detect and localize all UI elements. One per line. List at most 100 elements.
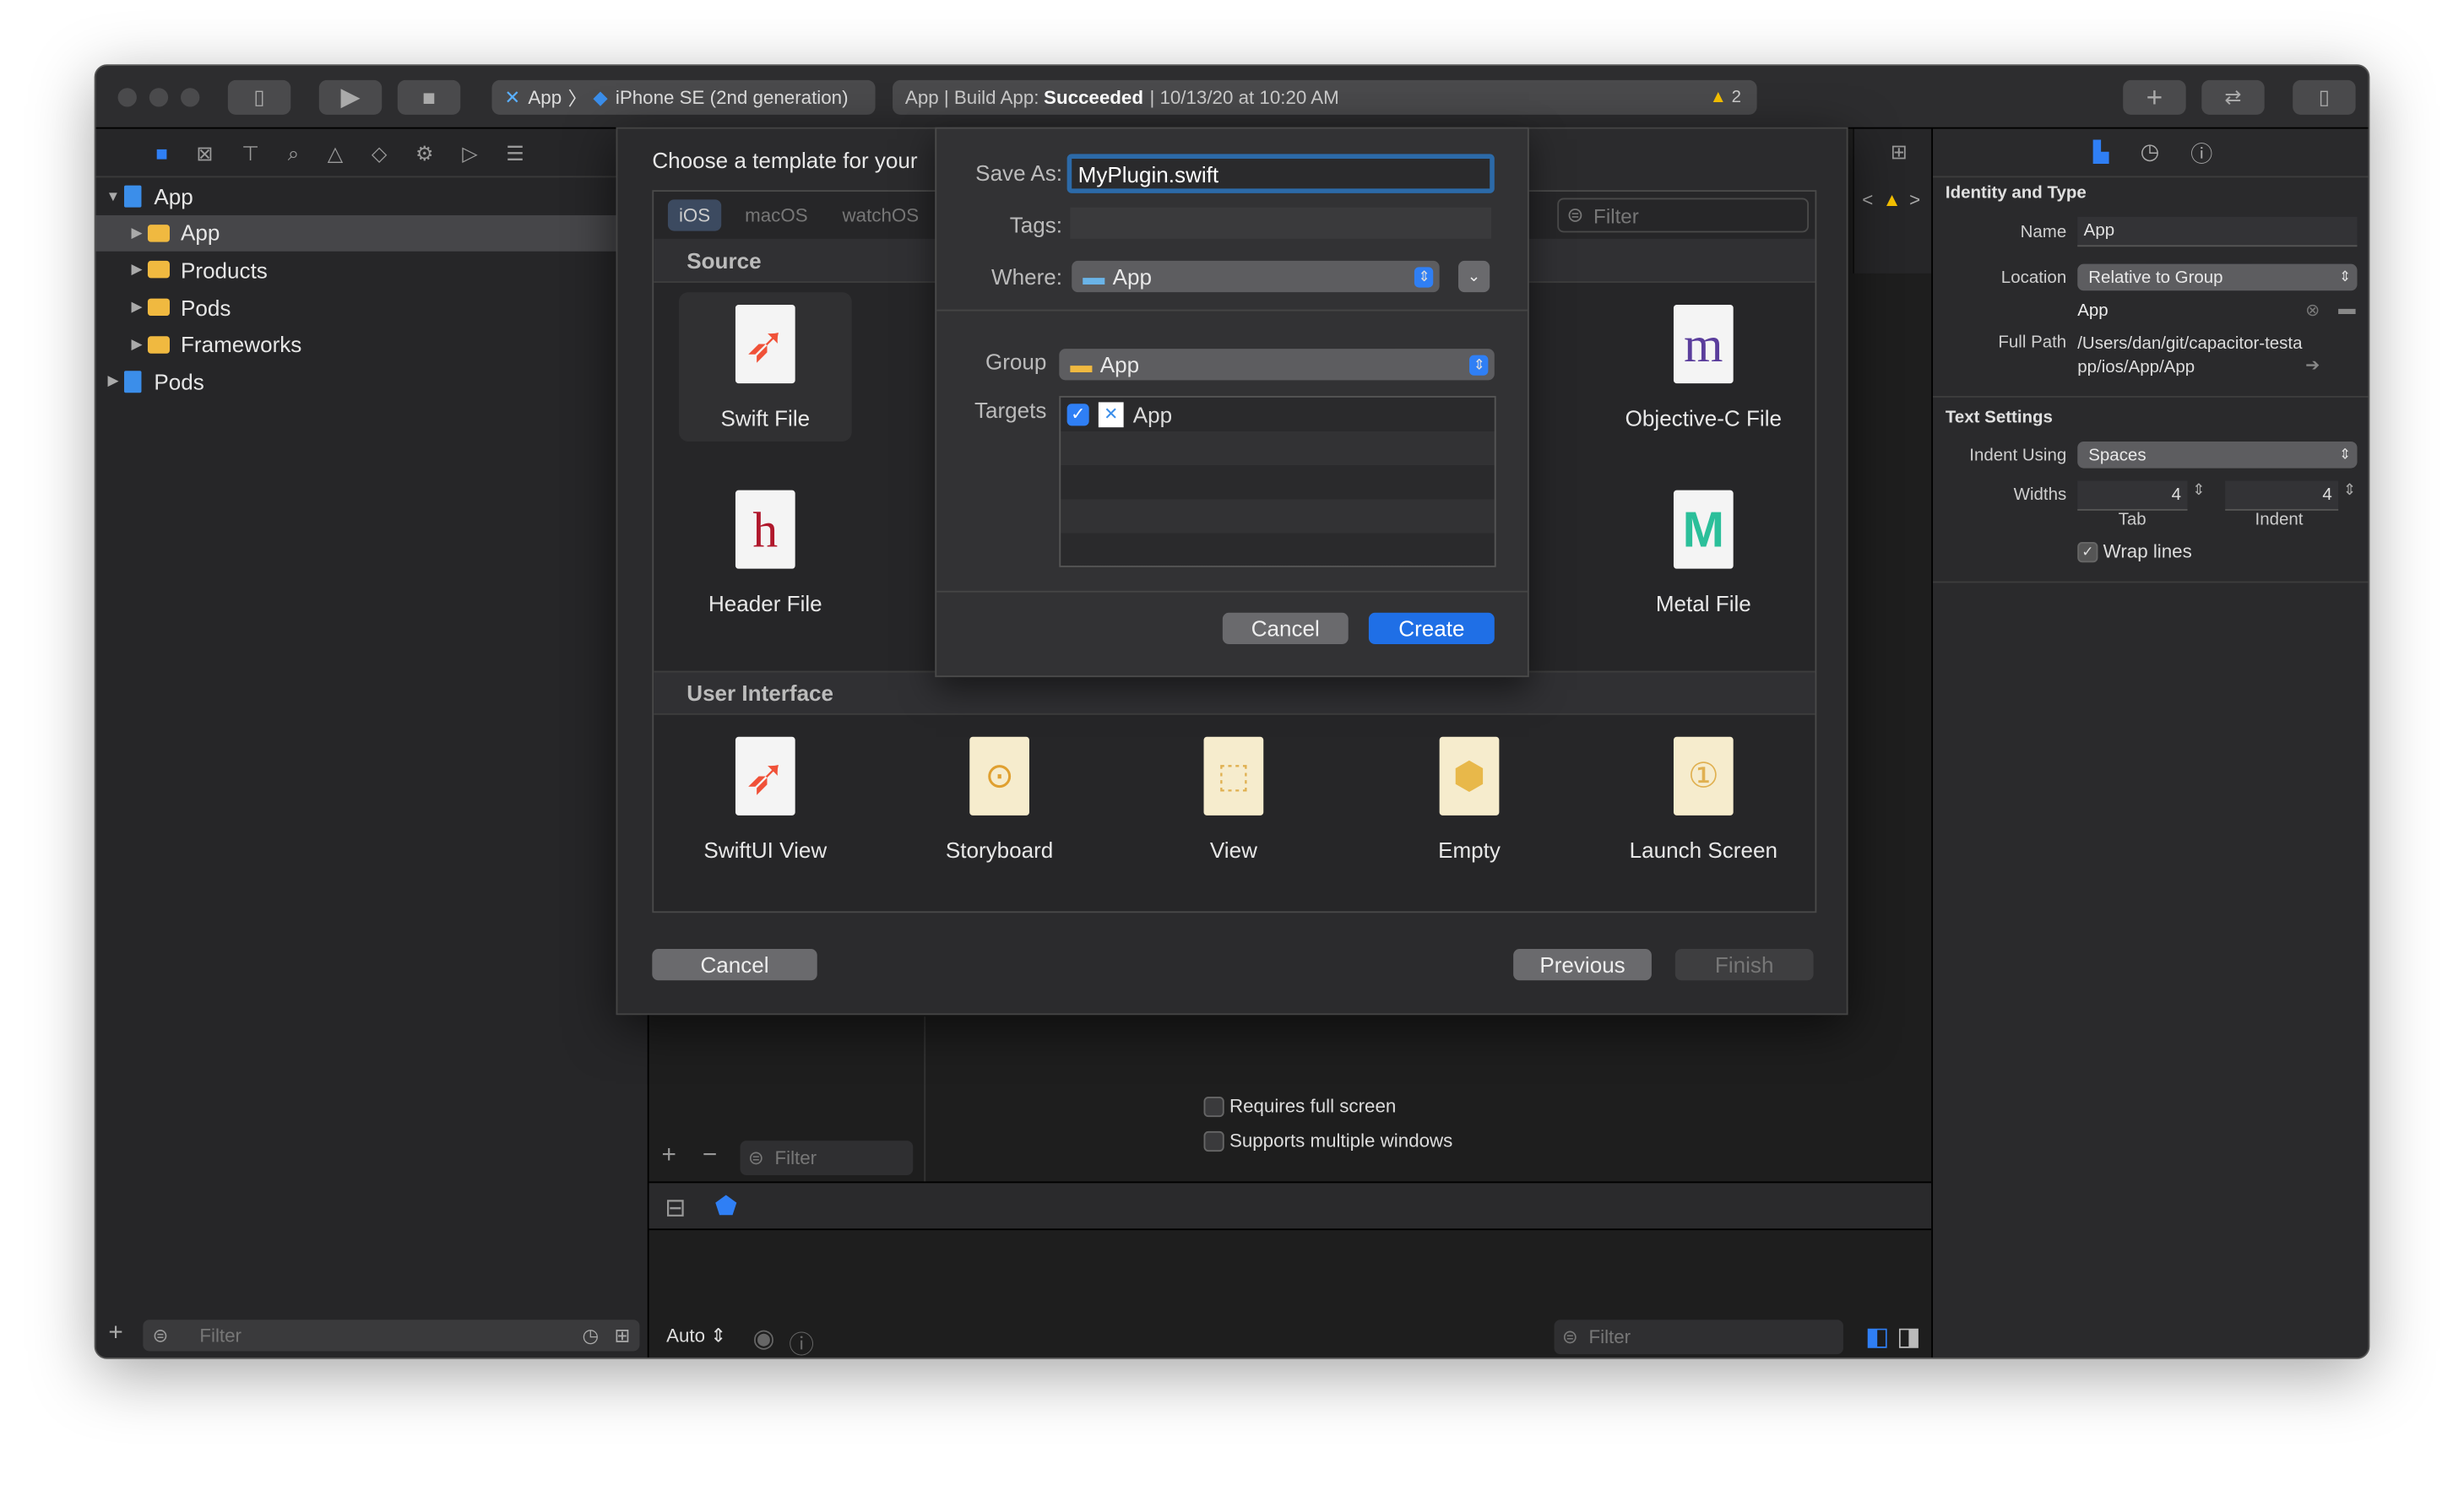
navigator-filter-input[interactable]: ⊜ Filter ◷ ⊞ [143, 1320, 640, 1352]
zoom-button[interactable] [181, 88, 200, 107]
tree-item-products[interactable]: ▶ Products [96, 252, 649, 289]
library-button[interactable]: + [2123, 79, 2186, 115]
checkbox-checked-icon[interactable]: ✓ [1066, 404, 1089, 426]
supports-multiple-windows-checkbox[interactable]: Supports multiple windows [1203, 1130, 1452, 1152]
help-icon[interactable]: ⓘ [2190, 138, 2212, 170]
tree-item-pods-folder[interactable]: ▶ Pods [96, 289, 649, 326]
source-control-filter-icon[interactable]: ⊞ [615, 1325, 631, 1347]
target-row-app[interactable]: ✓ ✕ App [1066, 402, 1172, 428]
file-inspector-icon[interactable]: ▙ [2093, 140, 2109, 165]
template-objc-file[interactable]: m Objective-C File [1617, 305, 1790, 431]
warning-badge[interactable]: ▲ 2 [1710, 88, 1741, 106]
tree-item-pods-project[interactable]: ▶ Pods [96, 363, 649, 400]
warning-icon[interactable]: △ [328, 141, 344, 166]
disclosure-closed-icon[interactable]: ▶ [126, 262, 148, 279]
folder-icon[interactable]: ■ [155, 141, 168, 166]
jump-bar-controls: ⊞ < ▲ > [1853, 128, 1932, 274]
save-cancel-button[interactable]: Cancel [1222, 612, 1349, 645]
divider [1933, 581, 2369, 583]
tree-item-frameworks[interactable]: ▶ Frameworks [96, 326, 649, 363]
info-icon[interactable]: ⓘ [789, 1323, 814, 1358]
template-view[interactable]: ⬚ View [1148, 736, 1321, 863]
console-filter-input[interactable]: ⊜ Filter [1554, 1320, 1843, 1355]
breakpoint-icon[interactable]: ▷ [462, 141, 478, 166]
save-as-input[interactable]: MyPlugin.swift [1066, 154, 1495, 193]
navigator-toggle-icon[interactable]: ▯ [227, 79, 291, 115]
add-target-button[interactable]: + [661, 1142, 676, 1170]
stop-icon[interactable]: ■ [397, 79, 461, 115]
history-icon[interactable]: ◷ [2141, 138, 2160, 165]
warning-icon[interactable]: ▲ [1882, 188, 1901, 210]
disclosure-closed-icon[interactable]: ▶ [126, 336, 148, 353]
source-control-icon[interactable]: ⊠ [196, 141, 213, 166]
indent-width-field[interactable]: 4 [2225, 480, 2339, 511]
template-header-file[interactable]: h Header File [679, 490, 852, 616]
split-editor-icon[interactable]: ⊞ [1891, 140, 1908, 165]
widths-label: Widths [2013, 485, 2067, 505]
chooser-cancel-button[interactable]: Cancel [652, 949, 817, 981]
variables-view-icon[interactable]: ◧ [1865, 1321, 1889, 1352]
remove-target-button[interactable]: − [703, 1142, 717, 1170]
tags-input[interactable] [1070, 207, 1492, 239]
where-popup[interactable]: ▬ App ⇕ [1072, 260, 1440, 293]
checkmark-icon[interactable]: ✓ [2077, 542, 2098, 563]
close-button[interactable] [117, 88, 137, 107]
tree-item-app-project[interactable]: ▼ App [96, 177, 649, 214]
tab-watchos[interactable]: watchOS [832, 199, 931, 230]
code-review-button[interactable]: ⇄ [2201, 79, 2265, 115]
folder-icon[interactable]: ▬ [2338, 300, 2355, 318]
template-swift-file[interactable]: ➶ Swift File [678, 292, 852, 442]
report-icon[interactable]: ☰ [506, 141, 524, 166]
minimize-button[interactable] [149, 88, 169, 107]
breakpoints-toggle-icon[interactable]: ⬟ [715, 1191, 737, 1222]
tree-item-app-folder[interactable]: ▶ App [95, 214, 649, 252]
disclosure-closed-icon[interactable]: ▶ [126, 299, 148, 316]
previous-button[interactable]: Previous [1513, 949, 1652, 981]
test-icon[interactable]: ◇ [372, 141, 388, 166]
run-icon[interactable]: ▶ [318, 79, 383, 115]
eye-icon[interactable]: ◉ [752, 1323, 774, 1354]
requires-full-screen-checkbox[interactable]: Requires full screen [1203, 1095, 1396, 1118]
target-filter-input[interactable]: ⊜ Filter [740, 1141, 914, 1176]
checkbox[interactable] [1203, 1097, 1224, 1118]
tab-macos[interactable]: macOS [734, 199, 819, 230]
status-time: | 10/13/20 at 10:20 AM [1149, 86, 1339, 109]
reveal-in-finder-icon[interactable]: ➔ [2305, 355, 2320, 375]
console-view-icon[interactable]: ◨ [1897, 1321, 1920, 1352]
tab-width-field[interactable]: 4 [2077, 480, 2188, 511]
template-filter-input[interactable]: ⊜ Filter [1557, 198, 1810, 233]
checkbox[interactable] [1203, 1131, 1224, 1152]
template-storyboard[interactable]: ⊙ Storyboard [913, 736, 1086, 863]
indent-using-popup[interactable]: Spaces ⇕ [2077, 441, 2358, 469]
hierarchy-icon[interactable]: ⊤ [242, 141, 259, 166]
auto-variables-popup[interactable]: Auto ⇕ [666, 1325, 726, 1347]
disclosure-closed-icon[interactable]: ▶ [102, 373, 124, 390]
tab-width-stepper[interactable]: ⇕ [2192, 482, 2206, 499]
wrap-lines-checkbox[interactable]: ✓ Wrap lines [2077, 540, 2192, 563]
name-field[interactable]: App [2077, 216, 2358, 247]
indent-width-stepper[interactable]: ⇕ [2343, 482, 2357, 499]
recent-files-icon[interactable]: ◷ [583, 1325, 600, 1347]
debug-icon[interactable]: ⚙ [415, 141, 434, 166]
chevron-left-icon[interactable]: < [1862, 188, 1873, 210]
add-file-button[interactable]: + [108, 1320, 122, 1347]
indent-using-label: Indent Using [1969, 446, 2067, 465]
search-icon[interactable]: ⌕ [288, 141, 300, 166]
template-empty[interactable]: ⬢ Empty [1383, 736, 1556, 863]
disclosure-open-icon[interactable]: ▼ [102, 188, 124, 204]
inspector-toggle-icon[interactable]: ▯ [2293, 79, 2356, 115]
scheme-selector[interactable]: ✕ App 〉 ◆ iPhone SE (2nd generation) [491, 79, 876, 115]
chevron-right-icon[interactable]: > [1909, 188, 1920, 210]
disclosure-closed-icon[interactable]: ▶ [126, 225, 148, 241]
create-button[interactable]: Create [1368, 612, 1495, 645]
tab-ios[interactable]: iOS [667, 199, 722, 231]
template-launch-screen[interactable]: ① Launch Screen [1617, 736, 1790, 863]
hide-debug-area-icon[interactable]: ⊟ [665, 1192, 686, 1223]
indent-using-value: Spaces [2088, 445, 2147, 464]
template-metal-file[interactable]: M Metal File [1617, 490, 1790, 616]
expand-button[interactable]: ⌄ [1458, 260, 1490, 293]
template-swiftui-view[interactable]: ➶ SwiftUI View [679, 736, 852, 863]
group-popup[interactable]: ▬ App ⇕ [1059, 349, 1495, 381]
location-popup[interactable]: Relative to Group ⇕ [2077, 263, 2358, 291]
clear-icon[interactable]: ⊗ [2305, 300, 2320, 320]
